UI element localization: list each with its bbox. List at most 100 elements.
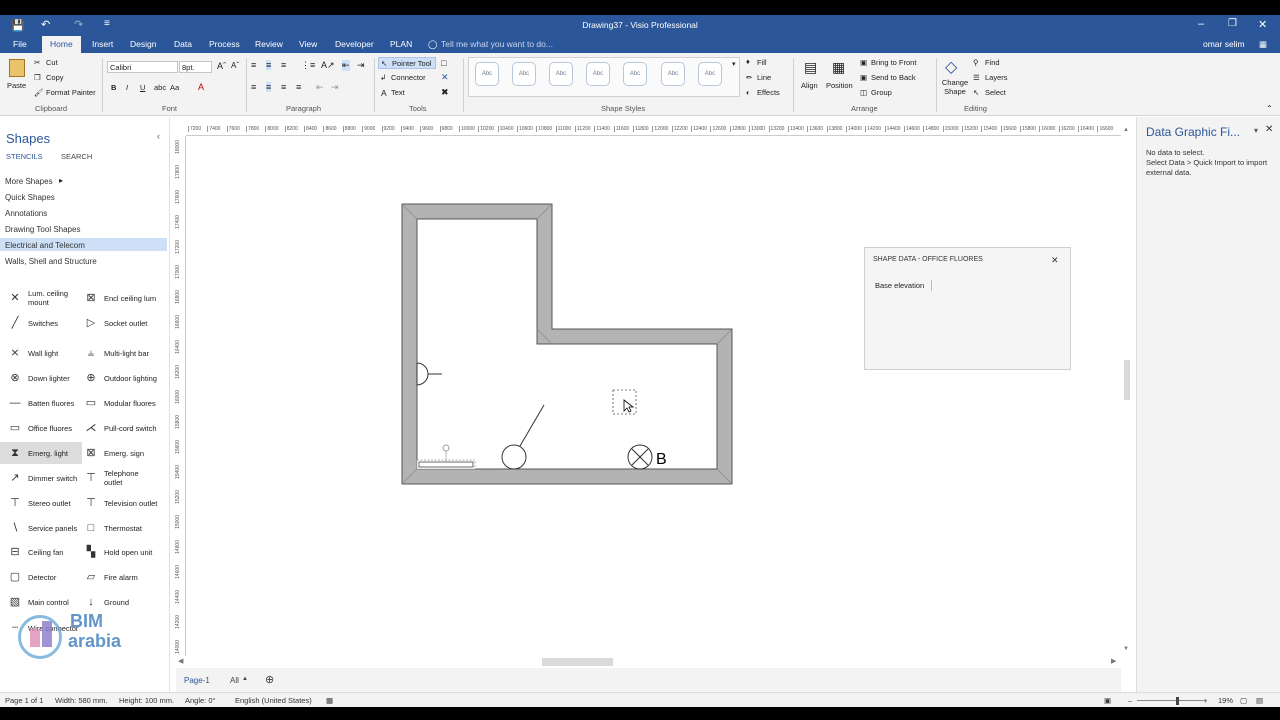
group-icon[interactable]: ◫	[860, 88, 867, 97]
tab-developer[interactable]: Developer	[335, 39, 374, 49]
scroll-down-icon[interactable]: ▼	[1123, 646, 1129, 652]
office-fluores-symbol[interactable]	[418, 461, 474, 468]
tab-review[interactable]: Review	[255, 39, 283, 49]
cut-button[interactable]: Cut	[46, 58, 58, 67]
close-connector-icon[interactable]: ✕	[441, 72, 449, 83]
shape-style-2[interactable]: Abc	[512, 62, 536, 86]
paste-icon[interactable]	[9, 59, 25, 77]
nav-electrical-telecom[interactable]: Electrical and Telecom	[5, 241, 85, 250]
group-button[interactable]: Group	[871, 88, 892, 97]
stencil-item[interactable]: ▢ Detector	[0, 566, 82, 588]
ribbon-options-icon[interactable]: ▦	[1259, 39, 1267, 50]
justify-icon[interactable]: ≡	[296, 82, 301, 92]
strikethrough-icon[interactable]: abc	[154, 83, 166, 92]
pane-close-icon[interactable]: ✕	[1265, 124, 1273, 135]
collapse-ribbon-icon[interactable]: ⌃	[1266, 104, 1273, 113]
switch-windows-icon[interactable]: ▤	[1256, 696, 1263, 705]
font-name-box[interactable]: Calibri	[107, 61, 178, 73]
italic-icon[interactable]: I	[126, 83, 128, 92]
horizontal-scroll-thumb[interactable]	[542, 658, 613, 666]
align-left-icon[interactable]: ≡	[251, 82, 256, 92]
stencil-item[interactable]: ⊠ Encl ceiling lum	[76, 287, 158, 309]
scroll-up-icon[interactable]: ▲	[1123, 127, 1129, 133]
scroll-right-icon[interactable]: ▶	[1111, 657, 1116, 665]
nav-annotations[interactable]: Annotations	[5, 209, 47, 218]
stencil-item[interactable]: ⊤ Telephone outlet	[76, 467, 158, 489]
stencil-item[interactable]: — Batten fluores	[0, 392, 82, 414]
fill-icon[interactable]: ♦	[746, 57, 750, 66]
search-tab[interactable]: SEARCH	[61, 152, 92, 161]
select-button[interactable]: Select	[985, 88, 1006, 97]
ceiling-fan-symbol[interactable]	[501, 444, 527, 470]
stencil-item[interactable]: ⊗ Down lighter	[0, 367, 82, 389]
status-language[interactable]: English (United States)	[235, 696, 312, 705]
align-middle-icon[interactable]: ≡	[266, 60, 272, 70]
tab-insert[interactable]: Insert	[92, 39, 113, 49]
bring-to-front-button[interactable]: Bring to Front	[871, 58, 916, 67]
shape-style-5[interactable]: Abc	[623, 62, 647, 86]
layers-button[interactable]: Layers	[985, 73, 1008, 82]
layers-icon[interactable]: ☰	[973, 73, 980, 82]
increase-indent-icon[interactable]: ⇥	[357, 60, 365, 71]
zoom-out-icon[interactable]: –	[1128, 696, 1132, 705]
underline-icon[interactable]: U	[140, 83, 145, 92]
stencil-item[interactable]: ⫨ Multi-light bar	[76, 342, 158, 364]
indent-icon[interactable]: ⇥	[331, 82, 339, 93]
close-icon[interactable]: ✕	[1258, 18, 1267, 31]
format-painter-button[interactable]: Format Painter	[46, 88, 96, 97]
font-color-icon[interactable]: A	[198, 82, 204, 92]
all-pages-caret-icon[interactable]: ▲	[242, 676, 248, 682]
nav-more-shapes[interactable]: More Shapes	[5, 177, 53, 186]
fit-page-icon[interactable]: ▢	[1240, 696, 1247, 705]
scroll-left-icon[interactable]: ◀	[178, 657, 183, 665]
connection-point-icon[interactable]: ✖	[441, 87, 449, 98]
align-right-icon[interactable]: ≡	[281, 82, 286, 92]
copy-icon[interactable]: ❐	[34, 73, 41, 82]
zoom-slider-thumb[interactable]	[1176, 697, 1179, 705]
stencil-item[interactable]: ⊤ Stereo outlet	[0, 492, 82, 514]
vertical-scroll-thumb[interactable]	[1124, 360, 1130, 400]
stencil-item[interactable]: ⊤ Television outlet	[76, 492, 158, 514]
stencil-item[interactable]: ↗ Dimmer switch	[0, 467, 82, 489]
tab-view[interactable]: View	[299, 39, 317, 49]
vertical-scrollbar[interactable]: ▲ ▼	[1121, 125, 1133, 656]
collapse-pane-icon[interactable]: ‹	[157, 131, 160, 141]
floor-plan-walls[interactable]	[401, 203, 733, 485]
stencil-item[interactable]: ╱ Switches	[0, 312, 82, 334]
change-shape-button[interactable]: Change Shape	[938, 78, 972, 96]
restore-icon[interactable]: ❐	[1228, 18, 1237, 29]
shrink-font-icon[interactable]: Aˇ	[231, 61, 239, 70]
effects-icon[interactable]: ◐	[746, 88, 751, 97]
stencils-tab[interactable]: STENCILS	[6, 152, 43, 161]
align-bottom-icon[interactable]: ≡	[281, 60, 286, 70]
rectangle-tool-icon[interactable]: □	[441, 58, 446, 68]
shape-style-6[interactable]: Abc	[661, 62, 685, 86]
line-button[interactable]: Line	[757, 73, 771, 82]
copy-button[interactable]: Copy	[46, 73, 64, 82]
fill-button[interactable]: Fill	[757, 58, 767, 67]
effects-button[interactable]: Effects	[757, 88, 780, 97]
stencil-item[interactable]: ▚ Hold open unit	[76, 541, 158, 563]
align-top-icon[interactable]: ≡	[251, 60, 256, 70]
shape-style-1[interactable]: Abc	[475, 62, 499, 86]
send-back-icon[interactable]: ▣	[860, 73, 867, 82]
format-painter-icon[interactable]: 🖌	[34, 88, 44, 97]
tab-data[interactable]: Data	[174, 39, 192, 49]
tab-home[interactable]: Home	[42, 36, 81, 53]
outdent-icon[interactable]: ⇤	[316, 82, 324, 93]
zoom-slider[interactable]	[1137, 700, 1203, 701]
font-size-box[interactable]: 8pt.	[179, 61, 212, 73]
send-to-back-button[interactable]: Send to Back	[871, 73, 916, 82]
gallery-more-icon[interactable]: ▾	[732, 60, 736, 68]
pane-menu-icon[interactable]: ▾	[1254, 126, 1258, 135]
tell-me-box[interactable]: Tell me what you want to do...	[441, 39, 553, 49]
shape-style-3[interactable]: Abc	[549, 62, 573, 86]
text-tool-icon[interactable]: A	[381, 88, 387, 98]
stencil-item[interactable]: ⊠ Emerg. sign	[76, 442, 158, 464]
stencil-item[interactable]: ▭ Modular fluores	[76, 392, 158, 414]
decrease-indent-icon[interactable]: ⇤	[342, 60, 350, 71]
position-button[interactable]: Position	[826, 81, 853, 90]
status-page[interactable]: Page 1 of 1	[5, 696, 43, 705]
stencil-item[interactable]: ⊕ Outdoor lighting	[76, 367, 158, 389]
bring-front-icon[interactable]: ▣	[860, 58, 867, 67]
